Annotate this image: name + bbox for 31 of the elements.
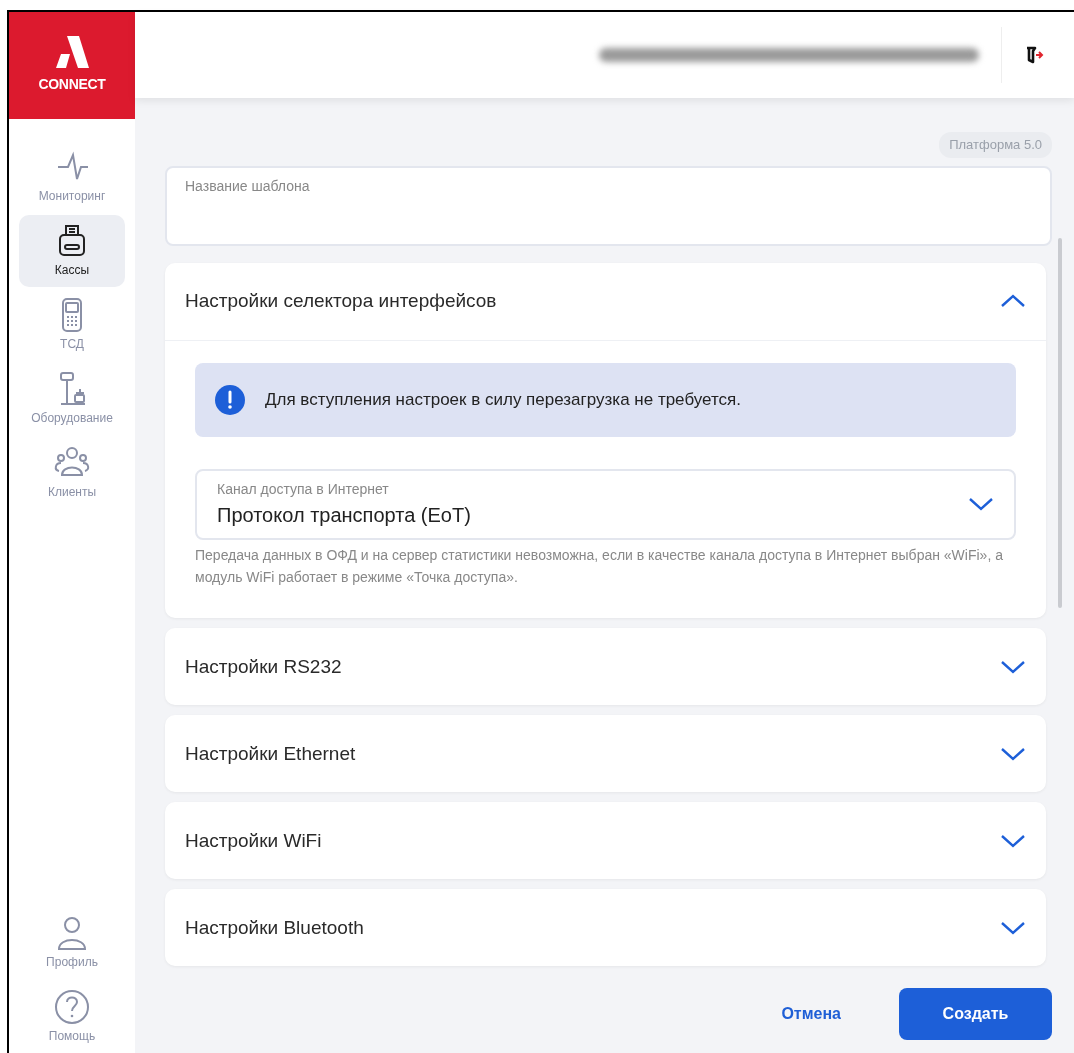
nav-item[interactable]: Мониторинг bbox=[19, 141, 125, 213]
scrollbar[interactable] bbox=[1058, 238, 1062, 608]
alert-text: Для вступления настроек в силу перезагрузка не требуется. bbox=[265, 388, 741, 411]
version-badge: Платформа 5.0 bbox=[939, 132, 1052, 158]
nav-item[interactable]: Оборудование bbox=[19, 363, 125, 435]
help-text: Передача данных в ОФД и на сервер статистики невозможна, если в качестве канала доступа в Интернет выбран «WiFi», а модуль WiFi работает в режиме «Точка доступа». bbox=[195, 545, 1004, 587]
accordion-header[interactable]: Настройки Ethernet bbox=[165, 715, 1046, 793]
accordion-header[interactable]: Настройки Bluetooth bbox=[165, 889, 1046, 967]
help-icon bbox=[52, 987, 92, 1027]
info-icon bbox=[215, 384, 245, 415]
nav-item[interactable]: Помощь bbox=[19, 981, 125, 1053]
cancel-button[interactable]: Отмена bbox=[753, 990, 869, 1038]
logo-text: CONNECT bbox=[38, 75, 106, 94]
chevron-down-icon bbox=[968, 496, 994, 512]
logo-mark-icon bbox=[55, 36, 89, 68]
nav-item[interactable]: Профиль bbox=[19, 907, 125, 979]
chevron-down-icon bbox=[1000, 919, 1026, 936]
accordion-header[interactable]: Настройки селектора интерфейсов bbox=[165, 262, 1046, 340]
chevron-down-icon bbox=[1000, 658, 1026, 675]
chevron-up-icon bbox=[1000, 293, 1026, 309]
nav-item[interactable]: Клиенты bbox=[19, 437, 125, 509]
logout-icon[interactable] bbox=[1024, 45, 1044, 65]
chevron-down-icon bbox=[1000, 832, 1026, 849]
create-button[interactable]: Создать bbox=[899, 988, 1052, 1040]
chevron-down-icon bbox=[1000, 745, 1026, 762]
nav-item[interactable]: ТСД bbox=[19, 289, 125, 361]
nav-item[interactable]: Кассы bbox=[19, 215, 125, 287]
accordion-header[interactable]: Настройки WiFi bbox=[165, 802, 1046, 880]
internet-channel-select[interactable]: Канал доступа в Интернет Протокол транспорта (EoT) bbox=[195, 468, 1016, 540]
template-name-field[interactable]: Название шаблона bbox=[165, 165, 1052, 246]
accordion-header[interactable]: Настройки RS232 bbox=[165, 628, 1046, 706]
